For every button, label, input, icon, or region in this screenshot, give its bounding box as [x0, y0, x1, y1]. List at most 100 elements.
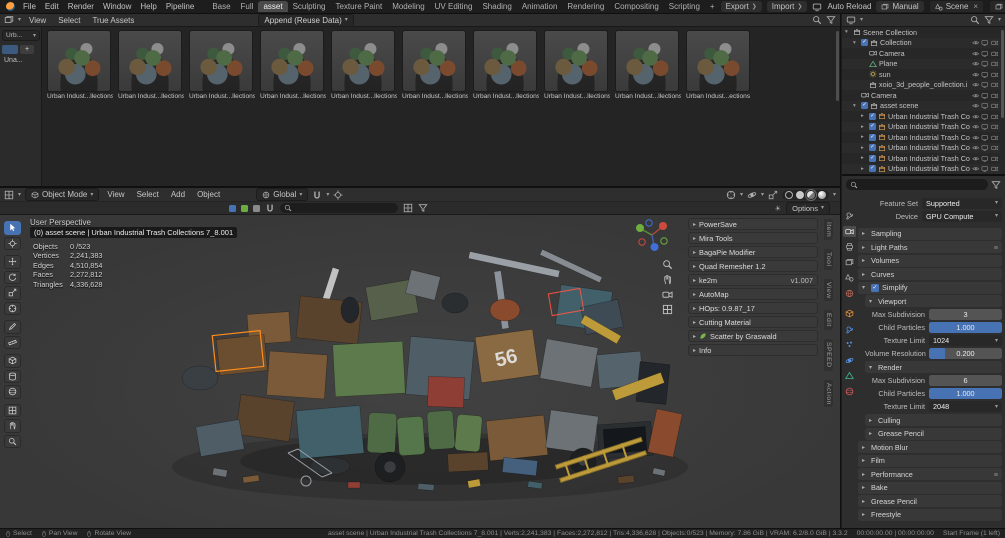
zoom-icon[interactable] [662, 259, 673, 270]
asset-item[interactable]: Urban Indust...llections 7_2 [118, 30, 184, 100]
outliner-row[interactable]: Camera [842, 90, 1000, 101]
menu-view[interactable]: View [25, 16, 50, 25]
filter-icon[interactable] [418, 203, 428, 213]
render-disable-icon[interactable] [991, 60, 999, 68]
filter-icon[interactable] [826, 15, 836, 25]
simplify-checkbox[interactable]: ✓ [871, 283, 879, 292]
workspace-tab[interactable]: UV Editing [430, 1, 478, 12]
hide-eye-icon[interactable] [972, 134, 980, 142]
outliner-row[interactable]: ▸ ✓ Urban Industrial Trash Colle [842, 163, 1000, 174]
tab-action[interactable]: Action [824, 379, 833, 408]
transform-orientation-dropdown[interactable]: Global ▾ [256, 188, 309, 201]
tab-object-data[interactable] [843, 370, 856, 381]
snap-magnet-icon[interactable] [265, 203, 275, 213]
outliner-row[interactable]: Plane [842, 58, 1000, 69]
tool-option-icon[interactable] [229, 204, 236, 212]
outliner-row[interactable]: ▸ ✓ Urban Industrial Trash Colle [842, 121, 1000, 132]
viewport-disable-icon[interactable] [981, 50, 989, 58]
menu-object[interactable]: Object [193, 190, 224, 199]
workspace-tab[interactable]: Base [207, 1, 235, 12]
tool-option-icon[interactable] [253, 204, 260, 212]
render-disable-icon[interactable] [991, 165, 999, 173]
display-mode-icon[interactable] [403, 203, 413, 213]
asset-library-dropdown[interactable]: Urb... ▾ [2, 30, 40, 41]
render-disable-icon[interactable] [991, 155, 999, 163]
rotate-tool[interactable] [4, 270, 21, 284]
asset-item[interactable]: Urban Indust...llections 7_5 [331, 30, 397, 100]
rendered-shading-button[interactable] [817, 190, 826, 199]
add-cylinder-tool[interactable] [4, 369, 21, 383]
proportional-edit-icon[interactable] [333, 190, 343, 200]
viewport-disable-icon[interactable] [981, 92, 989, 100]
editor-type-chevron-icon[interactable]: ▾ [18, 17, 21, 23]
asset-item[interactable]: Urban Indust...llections 7_8 [544, 30, 610, 100]
outliner-row[interactable]: ▸ ✓ Urban Industrial Trash Colle [842, 142, 1000, 153]
workspace-tab[interactable]: Animation [517, 1, 563, 12]
blender-logo-icon[interactable] [6, 2, 15, 11]
tab-scene[interactable] [843, 272, 856, 283]
tab-tool[interactable]: Tool [824, 249, 833, 270]
outliner-row[interactable]: ▸ ✓ Urban Industrial Trash Colle [842, 111, 1000, 122]
properties-search-input[interactable] [861, 181, 984, 188]
ortho-toggle-icon[interactable] [662, 304, 673, 315]
filter-icon[interactable] [984, 15, 994, 25]
viewport-disable-icon[interactable] [981, 102, 989, 110]
pan-hand-icon[interactable] [662, 274, 673, 285]
panel-simplify[interactable]: ▾ ✓ Simplify [858, 281, 1002, 294]
panel-simplify-viewport[interactable]: ▾ Viewport [865, 295, 1002, 307]
viewport-canvas[interactable]: 56 User Perspective (0) asset scene | Ur… [0, 215, 840, 528]
asset-item[interactable]: Urban Indust...llections 7_1 [47, 30, 113, 100]
outliner-row[interactable]: sun [842, 69, 1000, 80]
catalog-all-button[interactable] [2, 45, 18, 54]
menu-render[interactable]: Render [64, 2, 98, 11]
render-disable-icon[interactable] [991, 113, 999, 121]
tab-object[interactable] [843, 308, 856, 319]
menu-view[interactable]: View [103, 190, 128, 199]
tab-modifiers[interactable] [843, 324, 856, 335]
panel-motion-blur[interactable]: ▸ Motion Blur [858, 441, 1002, 453]
search-icon[interactable] [970, 15, 980, 25]
panel-scatter[interactable]: ▸ Scatter by Graswald [688, 330, 818, 342]
addon-tool[interactable] [4, 419, 21, 433]
menu-pipeline[interactable]: Pipeline [162, 2, 198, 11]
menu-add[interactable]: Add [167, 190, 189, 199]
catalog-unassigned[interactable]: Una... [2, 57, 39, 64]
hide-eye-icon[interactable] [972, 92, 980, 100]
panel-film[interactable]: ▸ Film [858, 454, 1002, 467]
render-disable-icon[interactable] [991, 134, 999, 142]
xray-toggle-icon[interactable] [768, 190, 778, 200]
outliner-row[interactable]: xoio_3d_people_collection.i [842, 79, 1000, 90]
collection-checkbox[interactable]: ✓ [861, 102, 868, 110]
add-cube-tool[interactable] [4, 354, 21, 368]
render-disable-icon[interactable] [991, 71, 999, 79]
search-icon[interactable] [812, 15, 822, 25]
addon-tool[interactable] [4, 434, 21, 448]
move-tool[interactable] [4, 255, 21, 269]
texture-limit-dropdown[interactable]: 1024 ▾ [929, 335, 1002, 346]
collection-checkbox[interactable]: ✓ [869, 165, 876, 173]
wireframe-shading-button[interactable] [784, 190, 793, 199]
outliner-row[interactable]: Camera [842, 48, 1000, 59]
view-layer-selector[interactable]: View Layer× [989, 0, 1005, 13]
measure-tool[interactable] [4, 335, 21, 349]
panel-powersave[interactable]: ▸ PowerSave [688, 218, 818, 230]
tab-view-layer[interactable] [843, 257, 856, 268]
menu-select[interactable]: Select [133, 190, 163, 199]
hide-eye-icon[interactable] [972, 50, 980, 58]
viewport-disable-icon[interactable] [981, 71, 989, 79]
viewport-disable-icon[interactable] [981, 60, 989, 68]
options-dropdown[interactable]: Options ▾ [786, 201, 830, 215]
tab-material[interactable] [843, 386, 856, 397]
max-subdivision-field[interactable]: 3 [929, 309, 1002, 320]
tab-view[interactable]: View [824, 278, 833, 302]
render-disable-icon[interactable] [991, 144, 999, 152]
collection-checkbox[interactable]: ✓ [869, 154, 876, 162]
menu-select[interactable]: Select [54, 16, 84, 25]
asset-item[interactable]: Urban Indust...llections 7_6 [402, 30, 468, 100]
properties-search-field[interactable] [846, 179, 988, 190]
import-button[interactable]: Import ❯ [766, 1, 808, 12]
solid-shading-button[interactable] [795, 190, 804, 199]
camera-view-icon[interactable] [662, 289, 673, 300]
panel-performance[interactable]: ▸ Performance ≡ [858, 468, 1002, 480]
panel-bake[interactable]: ▸ Bake [858, 481, 1002, 494]
